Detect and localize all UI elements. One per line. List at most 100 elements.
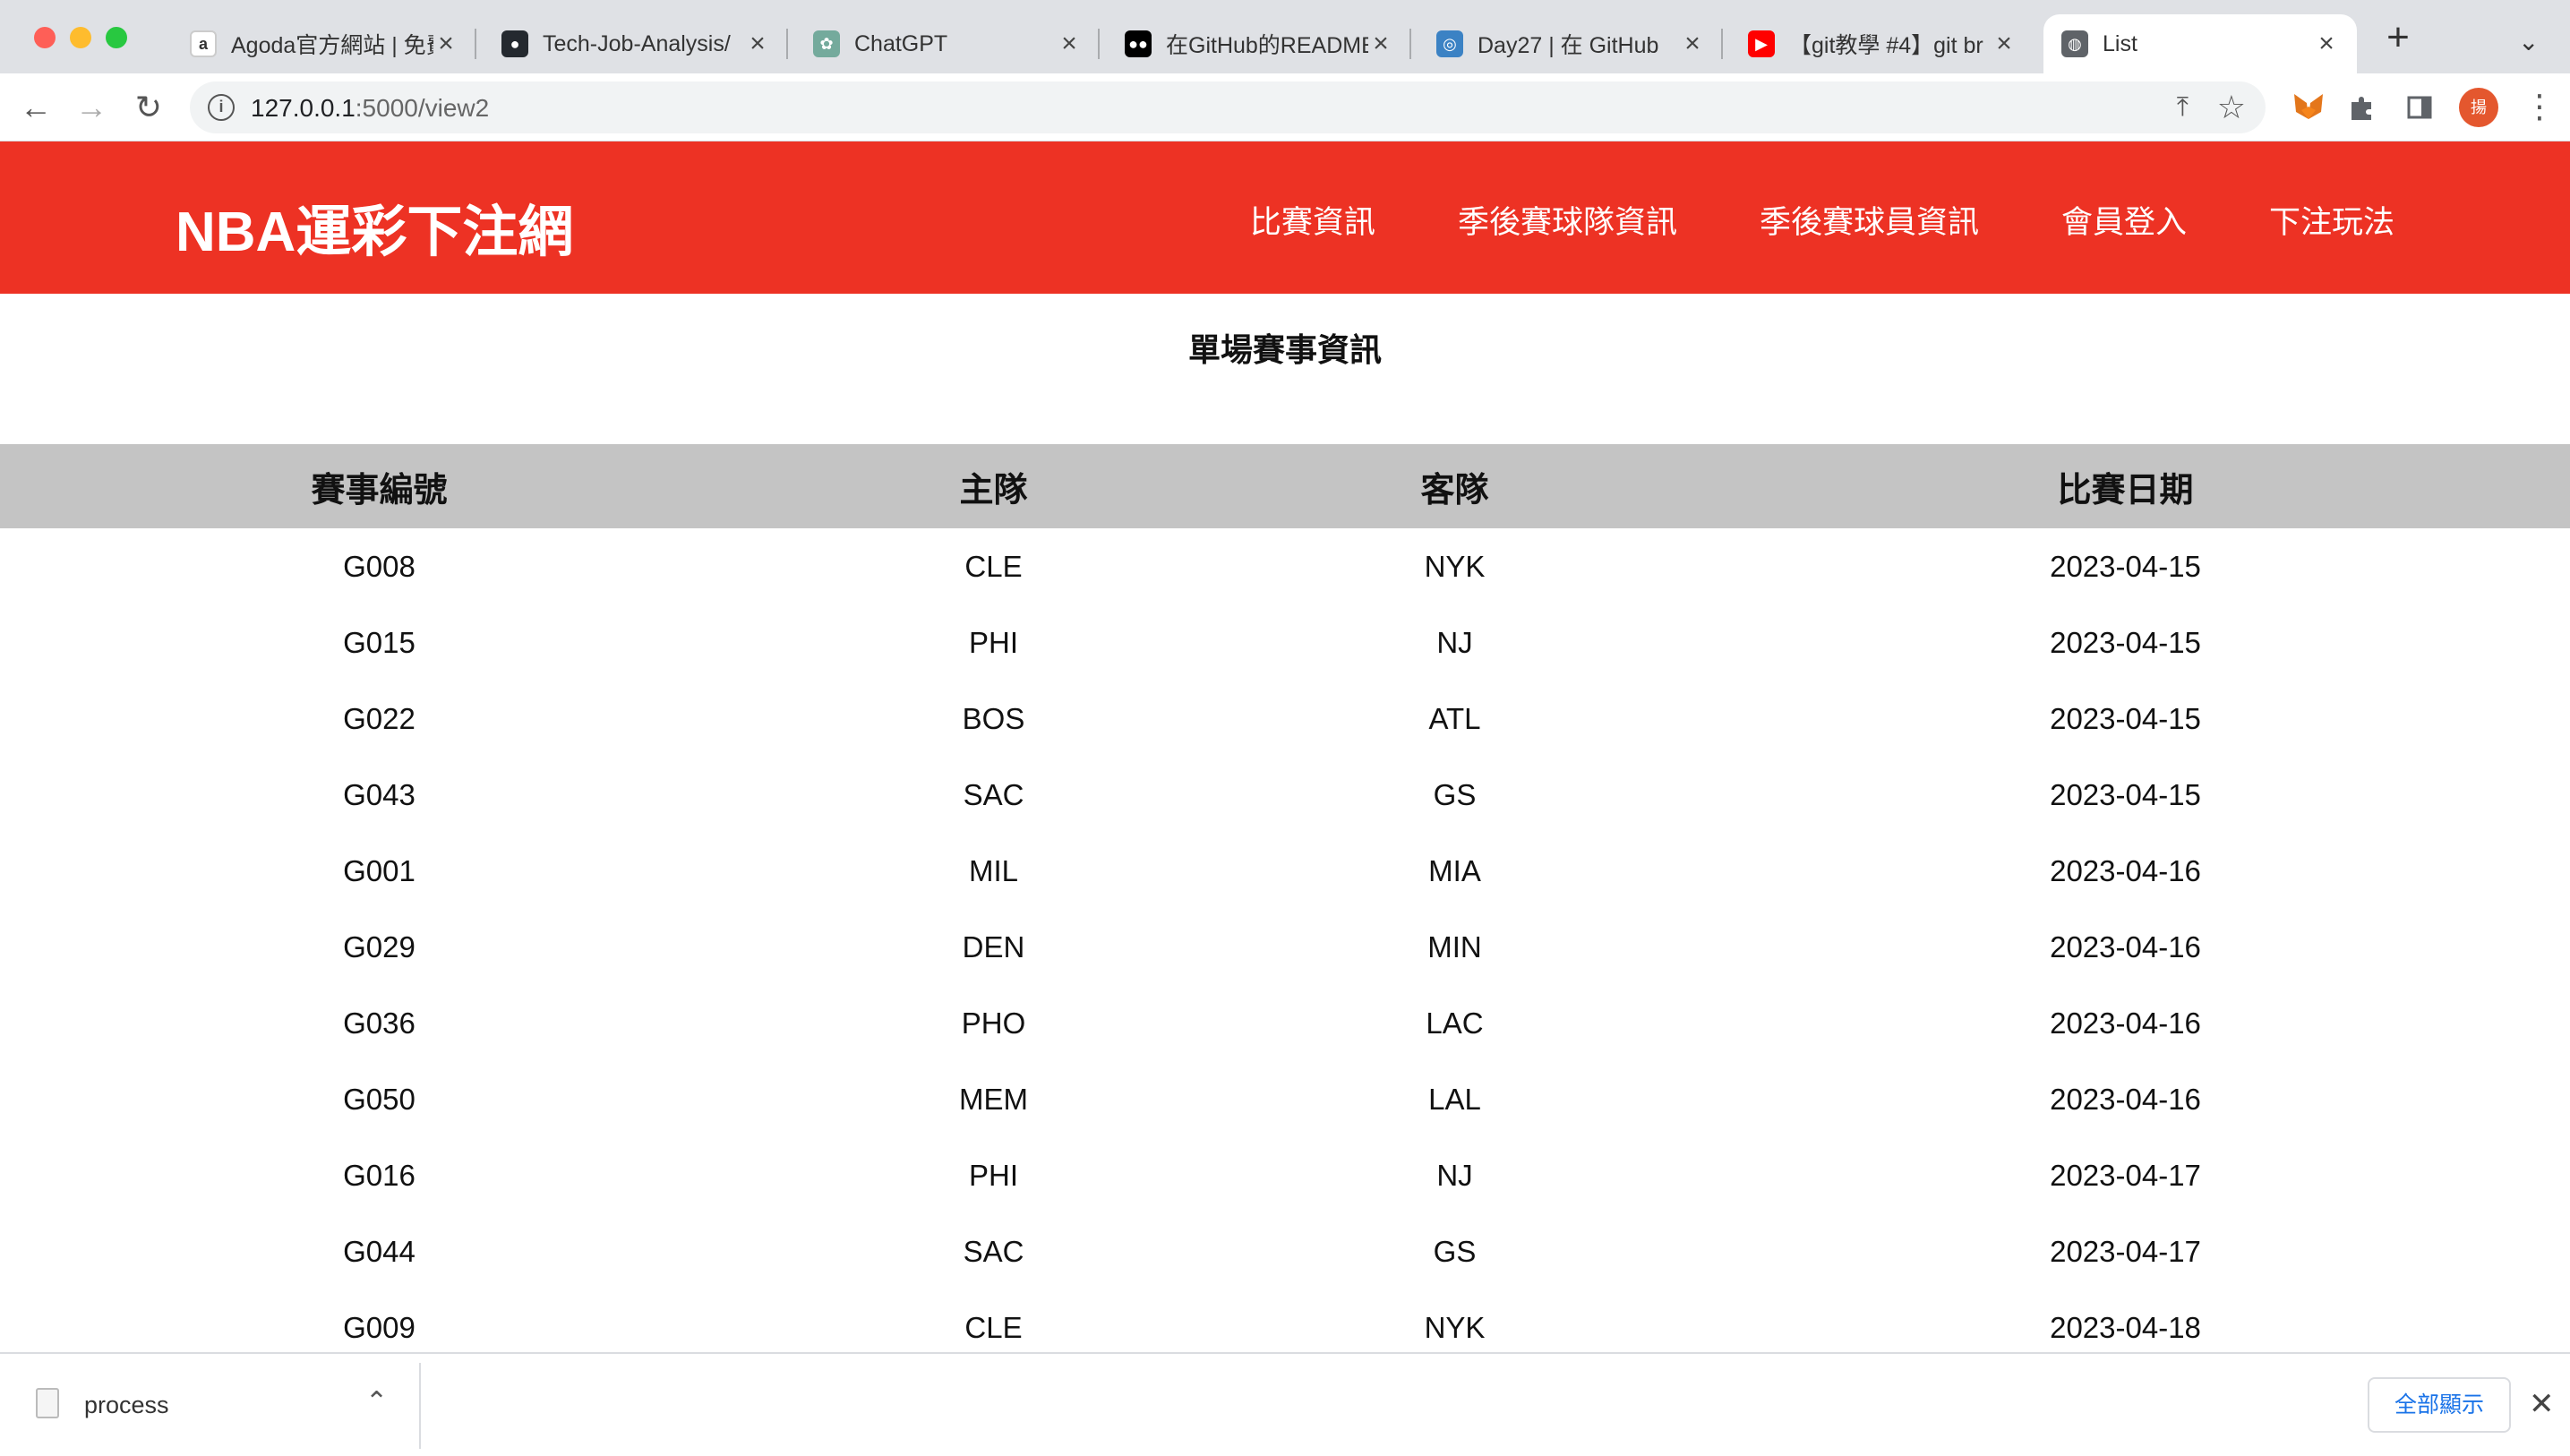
reload-button[interactable]: ↻: [131, 90, 167, 125]
window-zoom-button[interactable]: [106, 27, 127, 48]
column-header-away-team: 客隊: [1229, 444, 1681, 528]
tab-close-icon[interactable]: ×: [1992, 29, 2017, 59]
medium-icon: ●●: [1125, 30, 1152, 57]
extensions-puzzle-icon[interactable]: [2344, 90, 2380, 125]
table-row: G022 BOS ATL 2023-04-15: [0, 681, 2570, 757]
cell-game-date: 2023-04-17: [2050, 1234, 2201, 1268]
tab-search-chevron-icon[interactable]: ⌄: [2518, 27, 2539, 56]
forward-button[interactable]: →: [73, 90, 109, 125]
window-minimize-button[interactable]: [70, 27, 91, 48]
browser-tab-title: 【git教學 #4】git br: [1789, 33, 1983, 58]
profile-avatar[interactable]: 揚: [2459, 88, 2498, 127]
table-row: G008 CLE NYK 2023-04-15: [0, 528, 2570, 604]
cell-game-id: G015: [343, 625, 415, 659]
browser-tab-title: List: [2103, 30, 2137, 56]
cell-home-team: SAC: [963, 1234, 1024, 1268]
site-nav: 比賽資訊 季後賽球隊資訊 季後賽球員資訊 會員登入 下注玩法: [1250, 197, 2394, 243]
cell-home-team: MEM: [959, 1082, 1028, 1116]
browser-menu-icon[interactable]: ⋮: [2523, 88, 2556, 125]
browser-tab[interactable]: ●● 在GitHub的README ×: [1107, 14, 1411, 73]
tab-separator: [1098, 29, 1100, 59]
file-icon: [36, 1388, 59, 1418]
games-table: 賽事編號 主隊 客隊 比賽日期 G008 CLE NYK 2023-04-15 G015…: [0, 444, 2570, 1366]
cell-game-date: 2023-04-16: [2050, 1082, 2201, 1116]
tab-close-icon[interactable]: ×: [1057, 29, 1082, 59]
cell-game-date: 2023-04-17: [2050, 1158, 2201, 1192]
cell-game-id: G008: [343, 549, 415, 583]
bookmark-star-icon[interactable]: ☆: [2217, 89, 2246, 126]
browser-tab-strip: a Agoda官方網站 | 免費 × ● Tech-Job-Analysis/× ✿ Cha…: [0, 0, 2570, 73]
table-row: G043 SAC GS 2023-04-15: [0, 757, 2570, 833]
nav-playoff-teams[interactable]: 季後賽球隊資訊: [1458, 197, 1677, 243]
window-close-button[interactable]: [34, 27, 56, 48]
table-row: G050 MEM LAL 2023-04-16: [0, 1061, 2570, 1137]
cell-away-team: GS: [1433, 777, 1477, 811]
browser-tab-title: ChatGPT: [854, 30, 948, 56]
browser-tab[interactable]: ▶ 【git教學 #4】git br ×: [1730, 14, 2035, 73]
browser-tab-title: Tech-Job-Analysis/: [543, 30, 731, 56]
chevron-up-icon[interactable]: ⌃: [365, 1386, 388, 1417]
tab-separator: [1409, 29, 1411, 59]
cell-game-id: G043: [343, 777, 415, 811]
tab-close-icon[interactable]: ×: [2314, 29, 2339, 59]
browser-tab[interactable]: ◍ List ×: [2043, 14, 2357, 73]
download-item[interactable]: process ⌃: [0, 1363, 421, 1449]
cell-away-team: LAC: [1426, 1006, 1484, 1040]
table-row: G016 PHI NJ 2023-04-17: [0, 1137, 2570, 1213]
tab-close-icon[interactable]: ×: [433, 29, 458, 59]
cell-away-team: NJ: [1436, 625, 1473, 659]
tab-separator: [786, 29, 788, 59]
cell-home-team: SAC: [963, 777, 1024, 811]
address-bar[interactable]: i 127.0.0.1:5000/view2 ⤒ ☆: [190, 81, 2266, 133]
browser-tab[interactable]: ✿ ChatGPT ×: [795, 14, 1100, 73]
github-icon: ●: [501, 30, 528, 57]
cell-game-id: G022: [343, 701, 415, 735]
column-header-home-team: 主隊: [758, 444, 1229, 528]
new-tab-button[interactable]: +: [2378, 18, 2418, 59]
nav-member-login[interactable]: 會員登入: [2061, 197, 2187, 243]
browser-tab-title: Agoda官方網站 | 免費: [231, 33, 433, 58]
site-info-icon[interactable]: i: [208, 94, 235, 121]
nav-betting-rules[interactable]: 下注玩法: [2269, 197, 2394, 243]
browser-tab[interactable]: ◎ Day27 | 在 GitHub ×: [1418, 14, 1723, 73]
cell-away-team: GS: [1433, 1234, 1477, 1268]
download-shelf: process ⌃ 全部顯示 ✕: [0, 1352, 2570, 1456]
table-row: G044 SAC GS 2023-04-17: [0, 1213, 2570, 1289]
cell-home-team: MIL: [968, 853, 1018, 887]
share-icon[interactable]: ⤒: [2177, 92, 2189, 123]
browser-toolbar: ← → ↻ i 127.0.0.1:5000/view2 ⤒ ☆ 揚 ⋮: [0, 73, 2570, 141]
cell-away-team: MIA: [1428, 853, 1481, 887]
browser-tab[interactable]: ● Tech-Job-Analysis/ ×: [484, 14, 788, 73]
cell-home-team: PHO: [961, 1006, 1026, 1040]
table-row: G036 PHO LAC 2023-04-16: [0, 985, 2570, 1061]
cell-away-team: LAL: [1428, 1082, 1481, 1116]
cell-game-date: 2023-04-15: [2050, 777, 2201, 811]
back-button[interactable]: ←: [18, 90, 54, 125]
cell-game-id: G001: [343, 853, 415, 887]
tab-close-icon[interactable]: ×: [1368, 29, 1393, 59]
browser-tab-title: Day27 | 在 GitHub: [1478, 33, 1659, 58]
tab-close-icon[interactable]: ×: [745, 29, 770, 59]
browser-tab[interactable]: a Agoda官方網站 | 免費 ×: [172, 14, 476, 73]
cell-home-team: CLE: [964, 549, 1023, 583]
cell-game-id: G029: [343, 929, 415, 964]
browser-tab-title: 在GitHub的README: [1166, 33, 1368, 58]
tab-close-icon[interactable]: ×: [1680, 29, 1705, 59]
cell-game-date: 2023-04-16: [2050, 1006, 2201, 1040]
site-brand-logo[interactable]: NBA運彩下注網: [176, 186, 573, 267]
tab-separator: [475, 29, 476, 59]
cell-away-team: ATL: [1428, 701, 1481, 735]
cell-away-team: NJ: [1436, 1158, 1473, 1192]
cell-game-date: 2023-04-15: [2050, 701, 2201, 735]
nav-game-info[interactable]: 比賽資訊: [1250, 197, 1375, 243]
url-text[interactable]: 127.0.0.1:5000/view2: [251, 94, 489, 123]
metamask-extension-icon[interactable]: [2291, 90, 2326, 125]
close-icon[interactable]: ✕: [2529, 1386, 2555, 1422]
show-all-downloads-button[interactable]: 全部顯示: [2368, 1377, 2511, 1433]
table-row: G015 PHI NJ 2023-04-15: [0, 604, 2570, 681]
cell-home-team: PHI: [968, 625, 1018, 659]
page-title: 單場賽事資訊: [1187, 331, 1382, 368]
nav-playoff-players[interactable]: 季後賽球員資訊: [1760, 197, 1979, 243]
side-panel-icon[interactable]: [2402, 90, 2437, 125]
cell-home-team: PHI: [968, 1158, 1018, 1192]
